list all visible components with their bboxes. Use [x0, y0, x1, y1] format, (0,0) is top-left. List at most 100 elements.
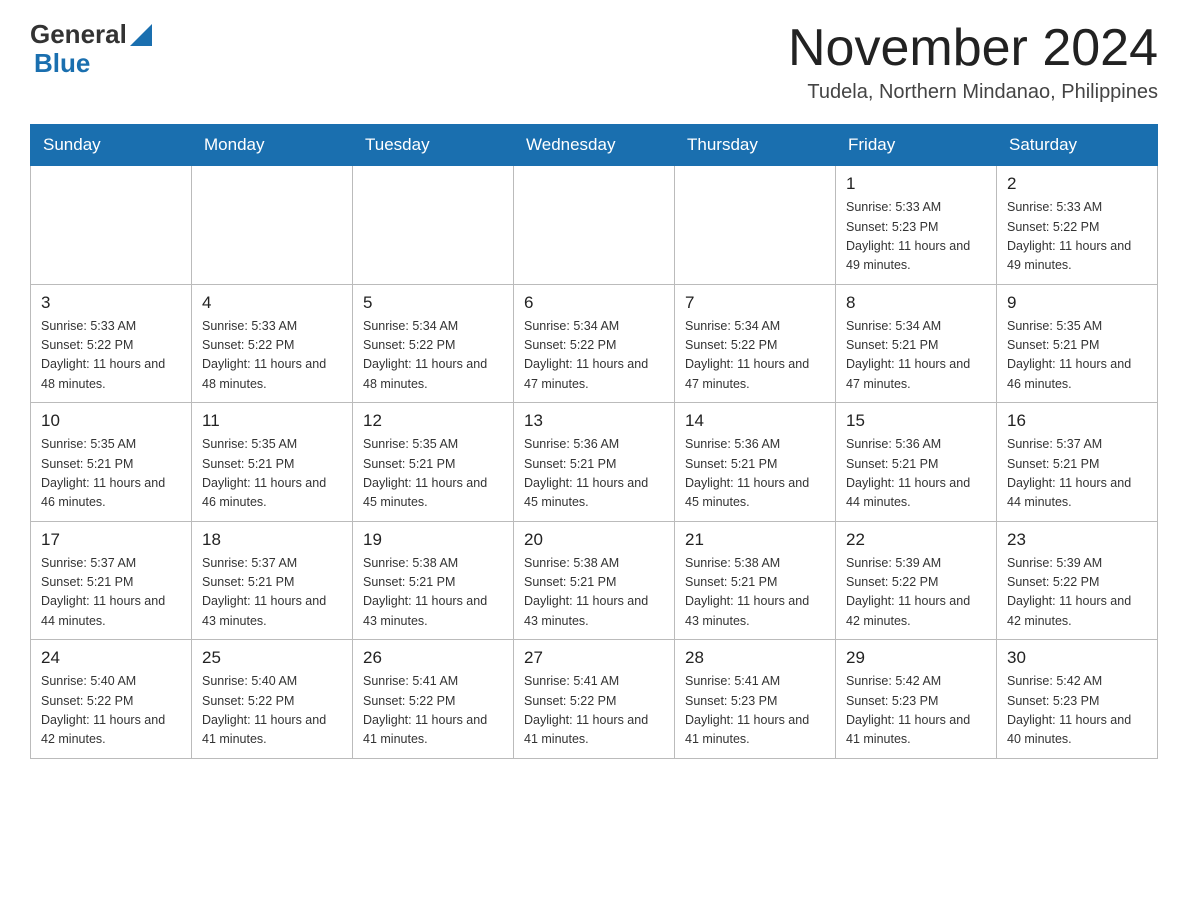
calendar-cell: 14 Sunrise: 5:36 AM Sunset: 5:21 PM Dayli…: [675, 403, 836, 522]
day-info: Sunrise: 5:38 AM Sunset: 5:21 PM Dayligh…: [524, 554, 664, 632]
day-number: 6: [524, 293, 664, 313]
calendar-cell: 8Sunrise: 5:34 AM Sunset: 5:21 PM Daylig…: [836, 284, 997, 403]
calendar-cell: 30 Sunrise: 5:42 AM Sunset: 5:23 PM Dayli…: [997, 640, 1158, 759]
calendar-cell: 9 Sunrise: 5:35 AM Sunset: 5:21 PM Daylig…: [997, 284, 1158, 403]
day-number: 9: [1007, 293, 1147, 313]
day-info: Sunrise: 5:40 AM Sunset: 5:22 PM Dayligh…: [41, 672, 181, 750]
calendar-cell: 23Sunrise: 5:39 AM Sunset: 5:22 PM Dayli…: [997, 521, 1158, 640]
day-number: 21: [685, 530, 825, 550]
calendar-cell: [353, 166, 514, 285]
logo-text: General Blue: [30, 20, 152, 77]
day-info: Sunrise: 5:36 AM Sunset: 5:21 PM Dayligh…: [524, 435, 664, 513]
logo-blue: Blue: [34, 48, 90, 78]
calendar-cell: 27 Sunrise: 5:41 AM Sunset: 5:22 PM Dayli…: [514, 640, 675, 759]
day-number: 3: [41, 293, 181, 313]
calendar-table: SundayMondayTuesdayWednesdayThursdayFrid…: [30, 124, 1158, 759]
day-info: Sunrise: 5:38 AM Sunset: 5:21 PM Dayligh…: [685, 554, 825, 632]
calendar-week-row: 17 Sunrise: 5:37 AM Sunset: 5:21 PM Dayli…: [31, 521, 1158, 640]
logo-general: General: [30, 20, 127, 49]
day-number: 7: [685, 293, 825, 313]
day-number: 16: [1007, 411, 1147, 431]
day-number: 17: [41, 530, 181, 550]
calendar-cell: 5Sunrise: 5:34 AM Sunset: 5:22 PM Daylig…: [353, 284, 514, 403]
calendar-cell: 6Sunrise: 5:34 AM Sunset: 5:22 PM Daylig…: [514, 284, 675, 403]
day-info: Sunrise: 5:42 AM Sunset: 5:23 PM Dayligh…: [846, 672, 986, 750]
weekday-header-wednesday: Wednesday: [514, 125, 675, 166]
weekday-header-friday: Friday: [836, 125, 997, 166]
day-info: Sunrise: 5:37 AM Sunset: 5:21 PM Dayligh…: [202, 554, 342, 632]
day-info: Sunrise: 5:35 AM Sunset: 5:21 PM Dayligh…: [363, 435, 503, 513]
day-number: 30: [1007, 648, 1147, 668]
calendar-cell: 13 Sunrise: 5:36 AM Sunset: 5:21 PM Dayli…: [514, 403, 675, 522]
day-number: 11: [202, 411, 342, 431]
day-info: Sunrise: 5:33 AM Sunset: 5:22 PM Dayligh…: [202, 317, 342, 395]
day-number: 10: [41, 411, 181, 431]
logo: General Blue: [30, 20, 152, 77]
calendar-cell: 7Sunrise: 5:34 AM Sunset: 5:22 PM Daylig…: [675, 284, 836, 403]
day-number: 4: [202, 293, 342, 313]
calendar-cell: 24 Sunrise: 5:40 AM Sunset: 5:22 PM Dayli…: [31, 640, 192, 759]
day-info: Sunrise: 5:37 AM Sunset: 5:21 PM Dayligh…: [1007, 435, 1147, 513]
calendar-cell: 25Sunrise: 5:40 AM Sunset: 5:22 PM Dayli…: [192, 640, 353, 759]
calendar-cell: 29 Sunrise: 5:42 AM Sunset: 5:23 PM Dayli…: [836, 640, 997, 759]
day-number: 13: [524, 411, 664, 431]
day-info: Sunrise: 5:38 AM Sunset: 5:21 PM Dayligh…: [363, 554, 503, 632]
day-info: Sunrise: 5:35 AM Sunset: 5:21 PM Dayligh…: [41, 435, 181, 513]
logo-triangle-icon: [130, 24, 152, 46]
calendar-cell: 4 Sunrise: 5:33 AM Sunset: 5:22 PM Daylig…: [192, 284, 353, 403]
calendar-week-row: 24 Sunrise: 5:40 AM Sunset: 5:22 PM Dayli…: [31, 640, 1158, 759]
page-header: General Blue November 2024 Tudela, North…: [30, 20, 1158, 104]
day-info: Sunrise: 5:36 AM Sunset: 5:21 PM Dayligh…: [685, 435, 825, 513]
calendar-cell: [514, 166, 675, 285]
day-number: 27: [524, 648, 664, 668]
day-info: Sunrise: 5:33 AM Sunset: 5:23 PM Dayligh…: [846, 198, 986, 276]
calendar-week-row: 10 Sunrise: 5:35 AM Sunset: 5:21 PM Dayli…: [31, 403, 1158, 522]
month-title: November 2024: [788, 20, 1158, 77]
calendar-cell: 2Sunrise: 5:33 AM Sunset: 5:22 PM Daylig…: [997, 166, 1158, 285]
weekday-header-saturday: Saturday: [997, 125, 1158, 166]
day-number: 23: [1007, 530, 1147, 550]
day-info: Sunrise: 5:41 AM Sunset: 5:22 PM Dayligh…: [524, 672, 664, 750]
calendar-cell: 26 Sunrise: 5:41 AM Sunset: 5:22 PM Dayli…: [353, 640, 514, 759]
day-number: 22: [846, 530, 986, 550]
day-info: Sunrise: 5:33 AM Sunset: 5:22 PM Dayligh…: [41, 317, 181, 395]
calendar-cell: 12Sunrise: 5:35 AM Sunset: 5:21 PM Dayli…: [353, 403, 514, 522]
calendar-cell: 16 Sunrise: 5:37 AM Sunset: 5:21 PM Dayli…: [997, 403, 1158, 522]
weekday-header-thursday: Thursday: [675, 125, 836, 166]
day-info: Sunrise: 5:41 AM Sunset: 5:22 PM Dayligh…: [363, 672, 503, 750]
day-info: Sunrise: 5:35 AM Sunset: 5:21 PM Dayligh…: [1007, 317, 1147, 395]
day-number: 2: [1007, 174, 1147, 194]
day-info: Sunrise: 5:35 AM Sunset: 5:21 PM Dayligh…: [202, 435, 342, 513]
day-number: 26: [363, 648, 503, 668]
day-number: 24: [41, 648, 181, 668]
calendar-week-row: 3 Sunrise: 5:33 AM Sunset: 5:22 PM Daylig…: [31, 284, 1158, 403]
calendar-cell: 1 Sunrise: 5:33 AM Sunset: 5:23 PM Daylig…: [836, 166, 997, 285]
day-number: 1: [846, 174, 986, 194]
weekday-header-sunday: Sunday: [31, 125, 192, 166]
day-number: 19: [363, 530, 503, 550]
day-number: 29: [846, 648, 986, 668]
day-number: 14: [685, 411, 825, 431]
calendar-cell: 21 Sunrise: 5:38 AM Sunset: 5:21 PM Dayli…: [675, 521, 836, 640]
calendar-cell: 18 Sunrise: 5:37 AM Sunset: 5:21 PM Dayli…: [192, 521, 353, 640]
calendar-cell: [675, 166, 836, 285]
calendar-cell: 3 Sunrise: 5:33 AM Sunset: 5:22 PM Daylig…: [31, 284, 192, 403]
day-info: Sunrise: 5:37 AM Sunset: 5:21 PM Dayligh…: [41, 554, 181, 632]
calendar-cell: 10 Sunrise: 5:35 AM Sunset: 5:21 PM Dayli…: [31, 403, 192, 522]
day-info: Sunrise: 5:42 AM Sunset: 5:23 PM Dayligh…: [1007, 672, 1147, 750]
calendar-cell: 28 Sunrise: 5:41 AM Sunset: 5:23 PM Dayli…: [675, 640, 836, 759]
location-title: Tudela, Northern Mindanao, Philippines: [788, 81, 1158, 104]
day-info: Sunrise: 5:41 AM Sunset: 5:23 PM Dayligh…: [685, 672, 825, 750]
calendar-cell: [31, 166, 192, 285]
calendar-cell: 22Sunrise: 5:39 AM Sunset: 5:22 PM Dayli…: [836, 521, 997, 640]
day-number: 15: [846, 411, 986, 431]
header-right: November 2024 Tudela, Northern Mindanao,…: [788, 20, 1158, 104]
day-number: 5: [363, 293, 503, 313]
day-number: 25: [202, 648, 342, 668]
calendar-cell: 11 Sunrise: 5:35 AM Sunset: 5:21 PM Dayli…: [192, 403, 353, 522]
day-number: 20: [524, 530, 664, 550]
day-number: 18: [202, 530, 342, 550]
calendar-cell: 19 Sunrise: 5:38 AM Sunset: 5:21 PM Dayli…: [353, 521, 514, 640]
day-number: 28: [685, 648, 825, 668]
day-number: 8: [846, 293, 986, 313]
